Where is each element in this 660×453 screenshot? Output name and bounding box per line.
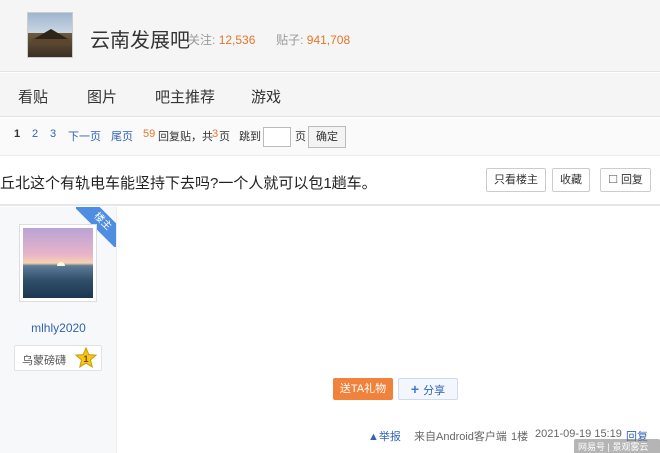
watermark: 网易号 | 景观雾云之南 — [574, 439, 660, 453]
reply-button[interactable]: ☐ 回复 — [600, 168, 651, 192]
share-label: 分享 — [423, 385, 446, 397]
page-link-2[interactable]: 2 — [32, 128, 38, 140]
page-unit: 页 — [219, 131, 230, 143]
forum-header: 云南发展吧 关注: 12,536 贴子: 941,708 — [0, 0, 660, 72]
report-label: 举报 — [378, 431, 401, 443]
share-button[interactable]: + 分享 — [398, 378, 458, 400]
pagination-bar: 1 2 3 下一页 尾页 59 回复贴，共 3 页 跳到 页 确定 — [0, 118, 660, 156]
post-source: 来自Android客户端 — [414, 431, 507, 443]
member-badge[interactable]: 乌蒙磅礴 1 — [14, 345, 102, 371]
thread-title-bar: 丘北这个有轨电车能坚持下去吗?一个人就可以包1趟车。 只看楼主 收藏 ☐ 回复 — [0, 156, 660, 206]
nav-tab-featured[interactable]: 吧主推荐 — [155, 86, 215, 107]
next-page-link[interactable]: 下一页 — [68, 128, 101, 144]
send-gift-button[interactable]: 送TA礼物 — [333, 378, 393, 400]
nav-tab-pictures[interactable]: 图片 — [87, 86, 117, 107]
report-icon: ▲ — [368, 431, 379, 443]
nav-tab-games[interactable]: 游戏 — [251, 86, 281, 107]
report-link[interactable]: ▲举报 — [368, 428, 401, 444]
page-current: 1 — [14, 128, 21, 140]
last-page-link[interactable]: 尾页 — [111, 128, 133, 144]
reply-icon: ☐ — [608, 174, 618, 186]
only-op-button[interactable]: 只看楼主 — [486, 168, 546, 192]
forum-stats: 关注: 12,536 贴子: 941,708 — [188, 31, 350, 48]
author-username[interactable]: mlhly2020 — [0, 321, 116, 335]
followers-label: 关注: — [188, 33, 216, 47]
posts-label: 贴子: — [276, 33, 304, 47]
author-panel: 楼主 mlhly2020 乌蒙磅礴 1 — [0, 207, 117, 453]
jump-label: 跳到 — [239, 131, 261, 143]
avatar[interactable] — [19, 224, 97, 302]
reply-label: 回复贴，共 — [158, 131, 213, 143]
badge-level-number: 1 — [83, 354, 88, 364]
page-count: 3 — [212, 128, 219, 140]
nav-tab-threads[interactable]: 看贴 — [18, 86, 48, 107]
forum-nav: 看贴 图片 吧主推荐 游戏 — [0, 73, 660, 117]
page-link-3[interactable]: 3 — [50, 128, 56, 140]
plus-icon: + — [410, 381, 420, 397]
jump-page-input[interactable] — [263, 127, 291, 147]
reply-count: 59 — [143, 128, 156, 140]
forum-title[interactable]: 云南发展吧 — [90, 24, 190, 53]
jump-confirm-button[interactable]: 确定 — [308, 126, 346, 148]
posts-count: 941,708 — [306, 33, 351, 47]
post-floor: 1楼 — [511, 431, 529, 443]
reply-button-label: 回复 — [620, 174, 643, 186]
jump-unit: 页 — [295, 131, 306, 143]
forum-logo[interactable] — [27, 12, 73, 58]
badge-name: 乌蒙磅礴 — [22, 355, 66, 367]
thread-title: 丘北这个有轨电车能坚持下去吗?一个人就可以包1趟车。 — [0, 175, 377, 192]
level-star-icon: 1 — [75, 347, 97, 369]
followers-count: 12,536 — [218, 33, 256, 47]
favorite-button[interactable]: 收藏 — [552, 168, 590, 192]
post-content: 送TA礼物 + 分享 ▲举报 来自Android客户端 1楼 2021-09-19… — [118, 207, 660, 453]
